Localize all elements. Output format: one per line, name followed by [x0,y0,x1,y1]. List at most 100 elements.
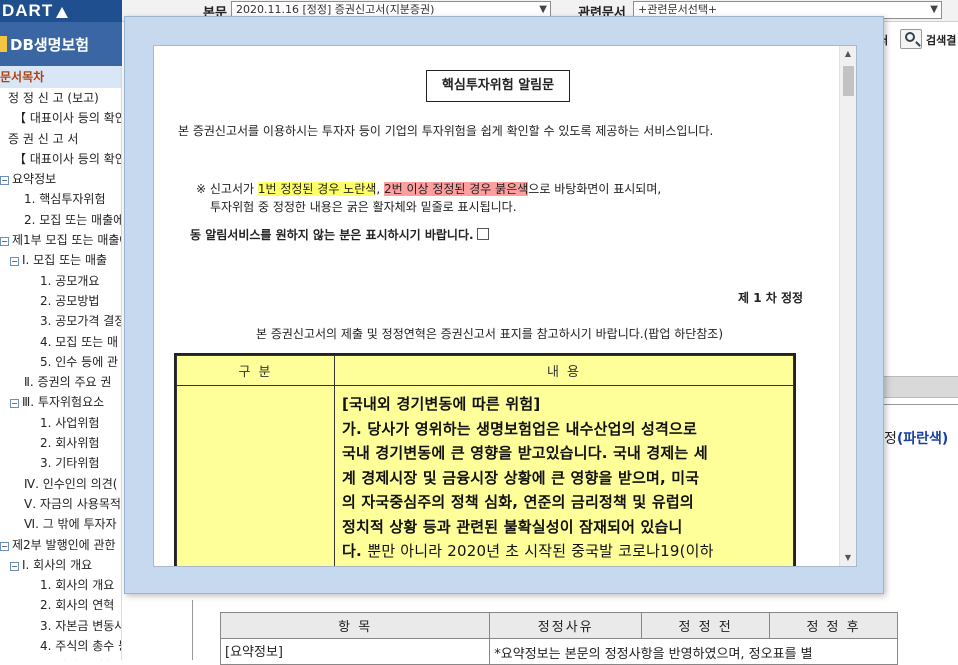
sidebar-item[interactable]: Ⅳ. 인수인의 의견( [0,474,121,494]
document-toc-sidebar[interactable]: 문서목차 정 정 신 고 (보고) 【 대표이사 등의 확인 증 권 신 고 서 【 … [0,66,122,660]
risk-contents: [국내외 경기변동에 따른 위험] 가. 당사가 영위하는 생명보험업은 내수산… [336,387,792,564]
popup-scrollbar[interactable]: ▲ ▼ [839,46,856,566]
sidebar-item[interactable]: 1. 회사의 개요 [0,575,121,595]
sidebar-item[interactable]: 2. 모집 또는 매출에 [0,210,121,230]
sidebar-item[interactable]: 증 권 신 고 서 [0,129,121,149]
dart-logo[interactable]: DART [0,0,122,22]
sidebar-item[interactable]: − 요약정보 [0,169,121,189]
search-button[interactable] [900,29,922,49]
sidebar-item[interactable]: 5. 의결권 현황 [0,656,121,660]
correction-table: 항 목 정정사유 정 정 전 정 정 후 [요약정보] *요약정보는 본문의 정… [219,612,898,665]
sidebar-item-label: 4. 주식의 총수 등 [40,639,122,654]
sidebar-item-label: Ⅳ. 인수인의 의견( [24,476,118,491]
col-after: 정 정 후 [769,612,898,639]
popup-title: 핵심투자위험 알림문 [426,70,570,102]
collapse-toggle-icon[interactable]: − [10,399,19,409]
toc-tree: 정 정 신 고 (보고) 【 대표이사 등의 확인 증 권 신 고 서 【 대표이사 … [0,88,121,660]
table-header-row: 구 분 내 용 [176,355,794,386]
sidebar-item[interactable]: − 제1부 모집 또는 매출에 [0,230,121,250]
sidebar-item-label: 2. 모집 또는 매출에 [24,212,122,227]
sidebar-item[interactable]: − Ⅰ. 모집 또는 매출 [0,250,121,270]
cell-category [176,385,335,566]
sidebar-item-label: 2. 공모방법 [40,293,100,308]
company-name: DB생명보험 [10,36,90,54]
contents-line: 계 경제시장 및 금융시장 상황에 큰 영향을 받으며, 미국 [342,468,700,487]
sidebar-item[interactable]: 정 정 신 고 (보고) [0,88,121,108]
sidebar-item-label: 1. 공모개요 [40,273,100,288]
chevron-down-icon: ▼ [930,4,938,15]
collapse-toggle-icon[interactable]: − [10,257,19,267]
contents-line: 다. 뿐만 아니라 2020년 초 시작된 중국발 코로나19(이하 [342,539,786,564]
risk-table-grid: 구 분 내 용 [국내외 경기변동에 따른 위험] 가. 당사가 영위하는 생명… [176,355,794,566]
sidebar-item-label: 5. 인수 등에 관 [40,354,119,369]
popup-intro: 본 증권신고서를 이용하시는 투자자 등이 기업의 투자위험을 쉽게 확인할 수… [178,124,714,138]
risk-table: 구 분 내 용 [국내외 경기변동에 따른 위험] 가. 당사가 영위하는 생명… [174,353,796,566]
sidebar-item-label: 정 정 신 고 (보고) [8,91,99,105]
sidebar-item-label: Ⅰ. 회사의 개요 [22,557,93,572]
sidebar-item[interactable]: 1. 핵심투자위험 [0,189,121,209]
company-icon [0,36,7,52]
sidebar-item[interactable]: − Ⅲ. 투자위험요소 [0,392,121,412]
popup-notice: ※ 신고서가 1번 정정된 경우 노란색, 2번 이상 정정된 경우 붉은색으로… [196,180,661,216]
sidebar-item-label: 3. 자본금 변동사항 [40,618,121,633]
contents-line-rest: 뿐만 아니라 2020년 초 시작된 중국발 코로나19(이하 [367,542,714,560]
search-icon [905,32,915,42]
optout-text: 동 알림서비스를 원하지 않는 분은 표시하시기 바랍니다. [190,228,474,242]
risk-notice-popup[interactable]: 핵심투자위험 알림문 본 증권신고서를 이용하시는 투자자 등이 기업의 투자위… [124,16,884,594]
sidebar-item[interactable]: 3. 기타위험 [0,453,121,473]
table-row: [국내외 경기변동에 따른 위험] 가. 당사가 영위하는 생명보험업은 내수산… [176,385,794,566]
sidebar-item-label: Ⅲ. 투자위험요소 [22,395,105,410]
notice-suffix: 으로 바탕화면이 표시되며, [528,182,662,196]
col-contents: 내 용 [334,355,794,386]
sidebar-item-label: 3. 공모가격 결정 [40,314,122,329]
fragment-prefix: 정 [884,431,897,447]
sidebar-item[interactable]: Ⅴ. 자금의 사용목적 [0,494,121,514]
sidebar-item[interactable]: − 제2부 발행인에 관한 [0,535,121,555]
cell-item: [요약정보] [219,638,491,665]
sidebar-item[interactable]: 3. 공모가격 결정 [0,311,121,331]
search-results-label[interactable]: 검색결 [926,32,956,48]
logo-text: DART [2,1,54,20]
sidebar-item[interactable]: 4. 주식의 총수 등 [0,636,121,656]
cell-contents: [국내외 경기변동에 따른 위험] 가. 당사가 영위하는 생명보험업은 내수산… [334,385,794,566]
contents-line-start: 다. [342,542,362,560]
col-reason: 정정사유 [489,612,643,639]
sidebar-item[interactable]: Ⅱ. 증권의 주요 권 [0,372,121,392]
scroll-down-arrow-icon[interactable]: ▼ [840,550,856,566]
sidebar-item-label: 2. 회사의 연혁 [40,598,115,613]
sidebar-item-label: 요약정보 [12,172,57,187]
sidebar-item-label: Ⅵ. 그 밖에 투자자 [24,517,117,532]
sidebar-item[interactable]: − Ⅰ. 회사의 개요 [0,555,121,575]
collapse-toggle-icon[interactable]: − [10,561,19,571]
sidebar-item[interactable]: Ⅵ. 그 밖에 투자자 [0,514,121,534]
scroll-up-arrow-icon[interactable]: ▲ [840,46,856,62]
scroll-thumb[interactable] [843,66,854,96]
contents-line: 의 자국중심주의 정책 심화, 연준의 금리정책 및 유럽의 [342,493,694,511]
sidebar-item[interactable]: 1. 사업위험 [0,413,121,433]
sidebar-item-label: 2. 회사위험 [40,436,100,451]
col-item: 항 목 [219,612,491,639]
sidebar-item[interactable]: 2. 회사위험 [0,433,121,453]
related-select-value: +관련문서선택+ [638,3,718,16]
col-before: 정 정 전 [641,612,771,639]
notice-prefix: ※ 신고서가 [196,182,258,196]
company-header: DB생명보험 [0,22,122,66]
sidebar-item[interactable]: 3. 자본금 변동사항 [0,616,121,636]
contents-line: 정치적 상황 등과 관련된 불확실성이 잠재되어 있습니 [342,517,683,536]
collapse-toggle-icon[interactable]: − [0,237,9,247]
sidebar-item[interactable]: 5. 인수 등에 관 [0,352,121,372]
notice-yellow: 1번 정정된 경우 노란색 [257,182,377,196]
collapse-toggle-icon[interactable]: − [0,176,9,186]
notice-red: 2번 이상 정정된 경우 붉은색 [383,182,529,196]
sidebar-item-label: 【 대표이사 등의 확인 [14,151,122,166]
collapse-toggle-icon[interactable]: − [0,541,9,551]
sidebar-item[interactable]: 4. 모집 또는 매 [0,332,121,352]
table-row: [요약정보] *요약정보는 본문의 정정사항을 반영하였으며, 정오표를 별 [219,638,898,665]
toc-title: 문서목차 [0,66,121,88]
sidebar-item[interactable]: 2. 공모방법 [0,291,121,311]
optout-checkbox[interactable] [476,228,489,240]
sidebar-item[interactable]: 【 대표이사 등의 확인 [0,108,121,128]
sidebar-item[interactable]: 1. 공모개요 [0,271,121,291]
sidebar-item[interactable]: 2. 회사의 연혁 [0,595,121,615]
sidebar-item[interactable]: 【 대표이사 등의 확인 [0,149,121,169]
